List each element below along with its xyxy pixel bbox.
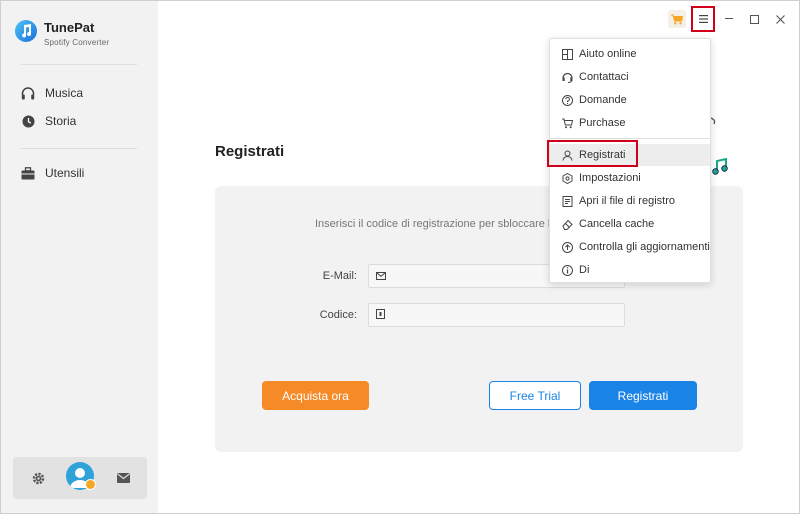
menu-item-label: Controlla gli aggiornamenti [579, 241, 710, 253]
sidebar-item-label: Musica [45, 86, 84, 100]
music-note-icon [711, 157, 729, 181]
app-subtitle: Spotify Converter [44, 38, 110, 47]
menu-item-impostazioni[interactable]: Impostazioni [550, 167, 710, 189]
close-icon[interactable] [770, 9, 790, 29]
registration-hint: Inserisci il codice di registrazione per… [315, 218, 557, 230]
menu-item-label: Contattaci [579, 71, 629, 83]
menu-item-cancella-cache[interactable]: Cancella cache [550, 213, 710, 235]
menu-item-domande[interactable]: Domande [550, 89, 710, 111]
registrati-highlight [547, 140, 638, 167]
app-window: TunePat Spotify Converter Musica Storia … [0, 0, 800, 514]
key-icon [376, 306, 385, 324]
headset-icon [562, 72, 573, 83]
app-logo-icon [15, 20, 37, 42]
info-icon [562, 264, 573, 276]
cart-icon [562, 118, 573, 129]
page-title: Registrati [215, 143, 285, 160]
menu-item-label: Cancella cache [579, 218, 655, 230]
book-icon [562, 48, 573, 60]
menu-item-aiuto-online[interactable]: Aiuto online [550, 43, 710, 65]
toolbox-icon [21, 166, 35, 180]
menu-item-label: Purchase [579, 117, 626, 129]
menu-divider [550, 138, 710, 139]
menu-item-label: Impostazioni [579, 172, 641, 184]
update-icon [562, 241, 573, 253]
sidebar-item-storia[interactable]: Storia [21, 111, 76, 131]
cart-icon[interactable] [667, 9, 687, 29]
mail-icon[interactable] [115, 470, 131, 486]
menu-item-label: Aiuto online [579, 48, 637, 60]
question-icon [562, 94, 573, 106]
envelope-icon [376, 267, 386, 285]
menu-item-label: Apri il file di registro [579, 195, 675, 207]
menu-item-aggiornamenti[interactable]: Controlla gli aggiornamenti [550, 236, 710, 258]
menu-item-purchase[interactable]: Purchase [550, 112, 710, 134]
sidebar: TunePat Spotify Converter Musica Storia … [1, 1, 158, 513]
gear-icon[interactable] [30, 470, 46, 486]
clock-icon [21, 114, 35, 128]
register-button[interactable]: Registrati [589, 381, 697, 410]
menu-button-highlight [691, 6, 715, 32]
sidebar-divider [21, 148, 137, 149]
menu-item-contattaci[interactable]: Contattaci [550, 66, 710, 88]
code-input[interactable] [391, 309, 611, 321]
maximize-icon[interactable] [744, 9, 764, 29]
sidebar-item-label: Storia [45, 114, 77, 128]
app-name: TunePat [44, 20, 95, 35]
vip-badge-icon [85, 479, 96, 490]
sidebar-bottom-bar [13, 457, 147, 499]
buy-now-button[interactable]: Acquista ora [262, 381, 369, 410]
log-file-icon [562, 195, 573, 207]
menu-item-di[interactable]: Di [550, 259, 710, 281]
menu-item-label: Domande [579, 94, 627, 106]
menu-item-log-file[interactable]: Apri il file di registro [550, 190, 710, 212]
sidebar-item-musica[interactable]: Musica [21, 83, 83, 103]
sidebar-item-label: Utensili [45, 166, 85, 180]
minimize-icon[interactable] [719, 9, 739, 29]
settings-icon [562, 172, 573, 184]
code-field[interactable] [368, 303, 625, 327]
sidebar-item-utensili[interactable]: Utensili [21, 163, 84, 183]
menu-item-label: Di [579, 264, 590, 276]
code-label: Codice: [319, 309, 357, 321]
eraser-icon [562, 219, 573, 230]
email-label: E-Mail: [322, 270, 357, 282]
headphones-icon [21, 86, 35, 100]
free-trial-button[interactable]: Free Trial [489, 381, 581, 410]
sidebar-divider [21, 64, 137, 65]
